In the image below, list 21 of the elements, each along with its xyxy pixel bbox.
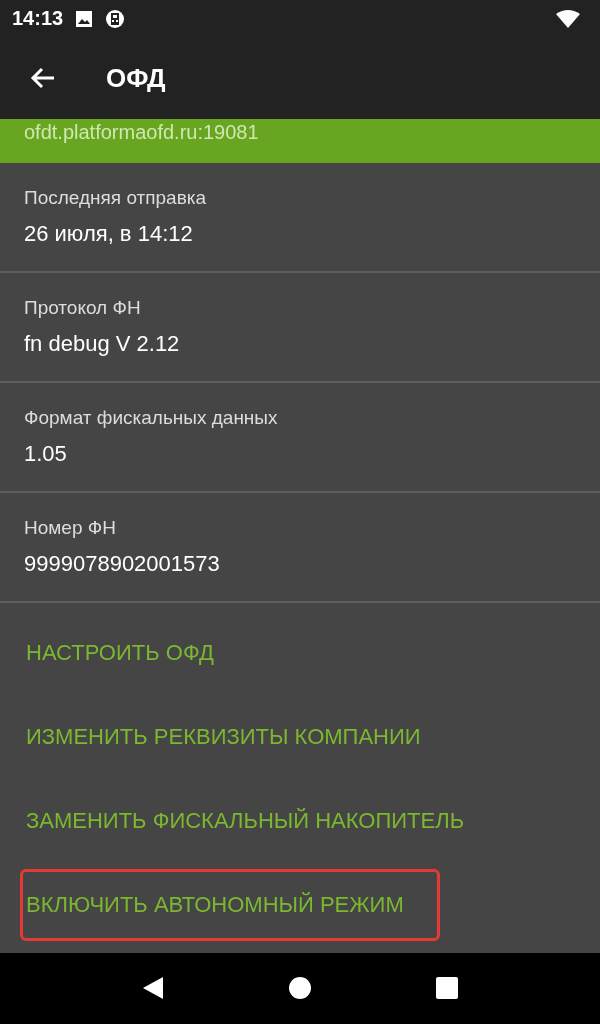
back-nav-icon[interactable]	[142, 976, 165, 1001]
field-label: Протокол ФН	[24, 296, 142, 319]
app-notification-icon	[105, 8, 126, 29]
field-value: 1.05	[24, 440, 68, 467]
screen-title: ОФД	[106, 62, 166, 94]
status-time: 14:13	[12, 7, 64, 31]
action-link[interactable]: ЗАМЕНИТЬ ФИСКАЛЬНЫЙ НАКОПИТЕЛЬ	[20, 784, 478, 857]
server-address: ofdt.platformaofd.ru:19081	[24, 121, 259, 144]
field-label: Номер ФН	[24, 516, 117, 539]
wifi-icon	[556, 9, 580, 28]
field-label: Формат фискальных данных	[24, 406, 279, 429]
field-label: Последняя отправка	[24, 186, 208, 209]
recents-nav-icon[interactable]	[435, 977, 458, 1000]
field-value: fn debug V 2.12	[24, 330, 181, 357]
image-icon	[75, 9, 94, 28]
action-link[interactable]: ВКЛЮЧИТЬ АВТОНОМНЫЙ РЕЖИМ	[20, 868, 440, 941]
field-value: 9999078902001573	[24, 550, 221, 577]
action-link[interactable]: ИЗМЕНИТЬ РЕКВИЗИТЫ КОМПАНИИ	[20, 700, 440, 773]
action-link[interactable]: НАСТРОИТЬ ОФД	[20, 616, 440, 689]
field-value: 26 июля, в 14:12	[24, 220, 194, 247]
home-nav-icon[interactable]	[289, 977, 311, 1000]
